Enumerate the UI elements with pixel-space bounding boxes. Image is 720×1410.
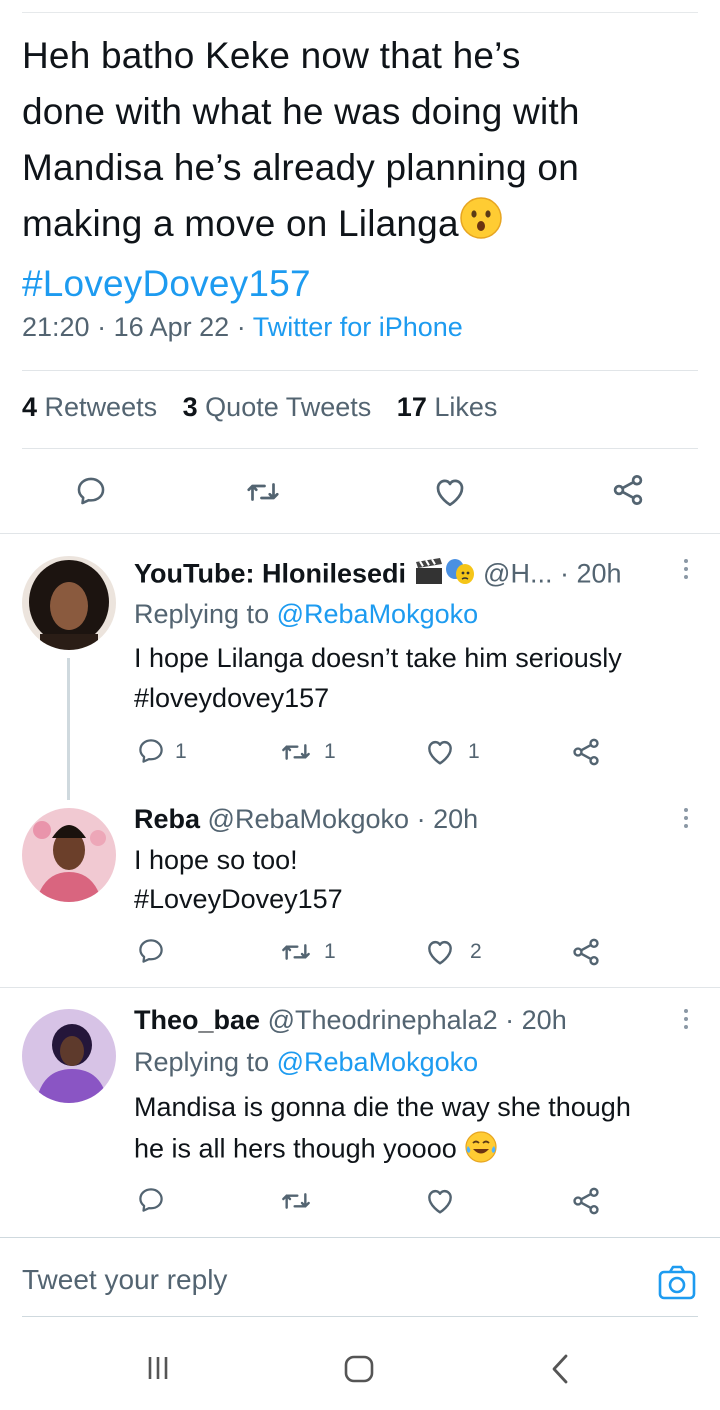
reply-icon[interactable] bbox=[136, 936, 166, 966]
reply-time: 20h bbox=[433, 804, 479, 834]
reply-text: Mandisa is gonna die the way she though bbox=[134, 1092, 631, 1122]
retweet-count: 1 bbox=[324, 940, 336, 963]
thread-line bbox=[67, 658, 70, 800]
astonished-emoji-icon bbox=[459, 196, 503, 256]
more-icon[interactable] bbox=[684, 1009, 690, 1033]
like-icon[interactable] bbox=[424, 936, 456, 968]
like-icon[interactable] bbox=[432, 474, 468, 510]
reply-header: Theo_bae @Theodrinephala2 · 20h bbox=[134, 1005, 567, 1035]
tweet-date: 16 Apr 22 bbox=[113, 312, 230, 342]
avatar[interactable] bbox=[22, 556, 116, 650]
tweet-line: done with what he was doing with bbox=[22, 91, 580, 132]
share-icon[interactable] bbox=[570, 736, 602, 768]
display-name[interactable]: Theo_bae bbox=[134, 1005, 260, 1035]
home-icon[interactable] bbox=[343, 1354, 375, 1384]
tweet-hashtag[interactable]: #LoveyDovey157 bbox=[22, 256, 702, 312]
mention-link[interactable]: @RebaMokgoko bbox=[277, 1047, 479, 1077]
replying-to: Replying to @RebaMokgoko bbox=[134, 1047, 479, 1077]
tweet-line-last: making a move on Lilanga bbox=[22, 196, 702, 256]
like-count: 1 bbox=[468, 740, 480, 763]
meta-separator: · bbox=[97, 312, 114, 342]
tweet-time: 21:20 bbox=[22, 312, 90, 342]
retweet-icon[interactable] bbox=[245, 474, 281, 510]
display-name[interactable]: YouTube: Hlonilesedi bbox=[134, 559, 406, 589]
tweet-source[interactable]: Twitter for iPhone bbox=[253, 312, 463, 342]
tweet-line: Mandisa he’s already planning on bbox=[22, 147, 579, 188]
avatar[interactable] bbox=[22, 808, 116, 902]
reply-hashtag[interactable]: #LoveyDovey157 bbox=[134, 884, 343, 915]
replying-to: Replying to @RebaMokgoko bbox=[134, 599, 479, 629]
clapper-board-icon bbox=[414, 558, 444, 593]
handle[interactable]: @RebaMokgoko bbox=[208, 804, 410, 834]
like-icon[interactable] bbox=[424, 1185, 456, 1217]
more-icon[interactable] bbox=[684, 808, 690, 832]
retweet-icon[interactable] bbox=[280, 936, 312, 968]
tears-of-joy-emoji-icon bbox=[464, 1130, 498, 1171]
tweet-line: making a move on Lilanga bbox=[22, 203, 459, 244]
reply-input[interactable]: Tweet your reply bbox=[22, 1264, 227, 1296]
handle[interactable]: @Theodrinephala2 bbox=[268, 1005, 498, 1035]
like-icon[interactable] bbox=[424, 736, 456, 768]
reply-hashtag[interactable]: #loveydovey157 bbox=[134, 683, 329, 714]
share-icon[interactable] bbox=[610, 472, 646, 508]
tweet-text: Heh batho Keke now that he’s done with w… bbox=[22, 28, 702, 312]
tweet-stats: 4 Retweets 3 Quote Tweets 17 Likes bbox=[22, 392, 515, 423]
reply-text-line2: he is all hers though yoooo bbox=[134, 1130, 498, 1171]
recents-icon[interactable] bbox=[144, 1354, 172, 1382]
divider bbox=[22, 1316, 698, 1317]
back-icon[interactable] bbox=[548, 1353, 572, 1385]
reply-header: YouTube: Hlonilesedi @H... · 20h bbox=[134, 557, 622, 594]
share-icon[interactable] bbox=[570, 1185, 602, 1217]
reply-icon[interactable] bbox=[136, 1185, 166, 1215]
like-count: 2 bbox=[470, 940, 482, 963]
more-icon[interactable] bbox=[684, 559, 690, 583]
mention-link[interactable]: @RebaMokgoko bbox=[277, 599, 479, 629]
top-divider bbox=[22, 12, 698, 13]
tweet-line: Heh batho Keke now that he’s bbox=[22, 35, 521, 76]
handle[interactable]: @H... bbox=[483, 559, 552, 589]
reply-count: 1 bbox=[175, 740, 187, 763]
likes-stat[interactable]: 17 Likes bbox=[397, 392, 498, 422]
retweet-icon[interactable] bbox=[280, 1185, 312, 1217]
divider bbox=[0, 987, 720, 988]
quotes-stat[interactable]: 3 Quote Tweets bbox=[183, 392, 372, 422]
reply-text: I hope so too! bbox=[134, 845, 298, 875]
reply-time: 20h bbox=[576, 558, 622, 589]
divider bbox=[22, 370, 698, 371]
retweet-icon[interactable] bbox=[280, 736, 312, 768]
share-icon[interactable] bbox=[570, 936, 602, 968]
divider bbox=[0, 533, 720, 534]
retweets-stat[interactable]: 4 Retweets bbox=[22, 392, 157, 422]
divider bbox=[22, 448, 698, 449]
retweet-count: 1 bbox=[324, 740, 336, 763]
display-name[interactable]: Reba bbox=[134, 804, 200, 834]
tweet-meta: 21:20 · 16 Apr 22 · Twitter for iPhone bbox=[22, 312, 463, 343]
camera-icon[interactable] bbox=[656, 1262, 698, 1304]
system-nav-bar bbox=[0, 1318, 720, 1410]
reply-time: 20h bbox=[521, 1005, 567, 1035]
performing-arts-icon bbox=[444, 557, 476, 594]
reply-header: Reba @RebaMokgoko · 20h bbox=[134, 804, 479, 834]
meta-separator: · bbox=[236, 312, 253, 342]
reply-icon[interactable] bbox=[136, 736, 166, 766]
divider bbox=[0, 1237, 720, 1238]
reply-text: I hope Lilanga doesn’t take him seriousl… bbox=[134, 643, 622, 673]
reply-icon[interactable] bbox=[74, 474, 108, 508]
avatar[interactable] bbox=[22, 1009, 116, 1103]
